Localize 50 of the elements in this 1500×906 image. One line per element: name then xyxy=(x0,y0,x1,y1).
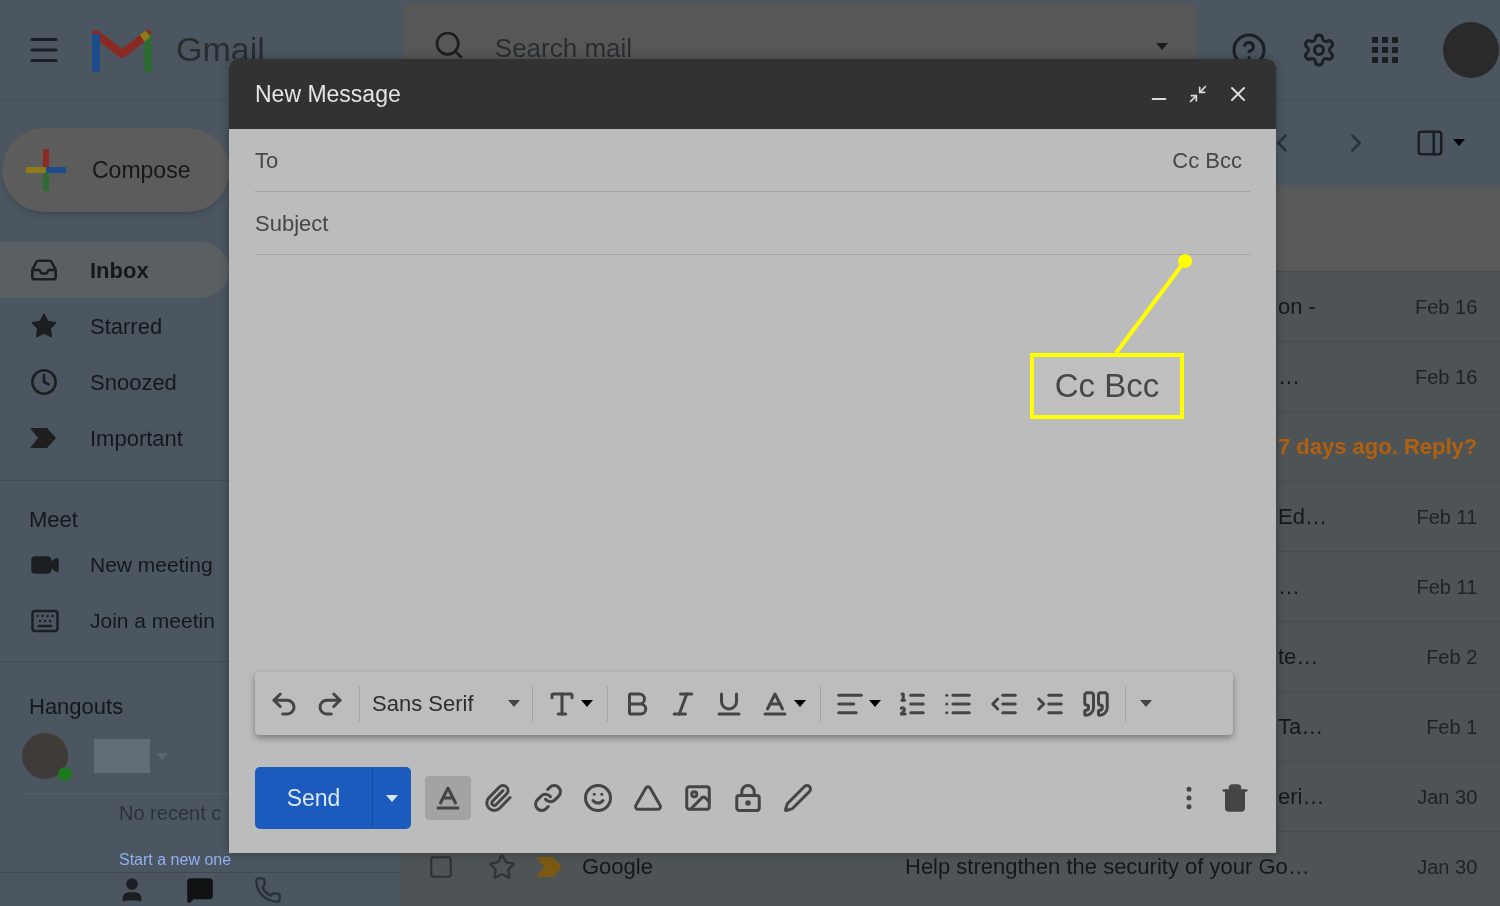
clock-icon xyxy=(30,368,58,396)
exit-full-screen-icon[interactable] xyxy=(1188,84,1208,104)
message-snippet: Ed… xyxy=(1278,503,1327,531)
user-name xyxy=(94,739,150,773)
chat-icon[interactable] xyxy=(186,875,214,904)
sidebar-item[interactable]: Starred xyxy=(0,298,229,354)
caret-icon xyxy=(794,700,806,707)
caret-icon xyxy=(508,700,520,707)
message-snippet: eri… xyxy=(1278,783,1325,811)
message-snippet: on - xyxy=(1278,293,1316,321)
label-icon xyxy=(536,856,562,877)
plus-icon xyxy=(26,149,66,191)
callout-box: Cc Bcc xyxy=(1030,353,1184,419)
font-dropdown[interactable]: Sans Serif xyxy=(366,681,526,726)
caret-icon xyxy=(869,700,881,707)
user-avatar xyxy=(22,733,68,779)
start-chat-link[interactable]: Start a new one xyxy=(119,852,232,868)
sidebar-item[interactable]: Snoozed xyxy=(0,354,229,410)
caret-icon xyxy=(1453,139,1466,146)
reply-nudge: 7 days ago. Reply? xyxy=(1278,433,1478,461)
send-button[interactable]: Send xyxy=(255,767,372,829)
caret-icon xyxy=(581,700,593,707)
dialog-title: New Message xyxy=(255,79,401,109)
message-snippet: Help strengthen the security of your Go… xyxy=(905,853,1310,881)
sidebar-item[interactable]: Inbox xyxy=(0,242,229,298)
section-title: Meet xyxy=(29,506,78,534)
sidebar-item[interactable]: Important xyxy=(0,410,229,466)
trash-icon[interactable] xyxy=(1220,783,1250,813)
section-title: Hangouts xyxy=(29,693,124,721)
formatting-options-icon[interactable] xyxy=(425,776,471,820)
caret-icon xyxy=(1140,700,1152,707)
star-icon xyxy=(30,312,58,340)
label-icon xyxy=(30,428,56,448)
message-snippet: Ta… xyxy=(1278,713,1324,741)
cc-bcc-link[interactable]: Cc Bcc xyxy=(1172,143,1242,177)
search-options-icon xyxy=(1155,43,1168,50)
meet-item[interactable]: Join a meetin xyxy=(0,593,229,649)
message-snippet: … xyxy=(1278,363,1300,391)
message-snippet: … xyxy=(1278,573,1300,601)
star-icon[interactable] xyxy=(488,852,516,881)
meet-item[interactable]: New meeting xyxy=(0,537,229,593)
recipients-field[interactable]: To Cc Bcc xyxy=(255,129,1250,192)
send-options-button[interactable] xyxy=(372,767,411,829)
inbox-icon xyxy=(30,256,58,284)
caret-icon xyxy=(386,794,398,802)
checkbox[interactable] xyxy=(428,853,454,880)
subject-field[interactable]: Subject xyxy=(255,192,1250,255)
sender: Google xyxy=(582,853,654,881)
compose-button[interactable]: Compose xyxy=(2,128,230,212)
message-snippet: te… xyxy=(1278,643,1319,671)
